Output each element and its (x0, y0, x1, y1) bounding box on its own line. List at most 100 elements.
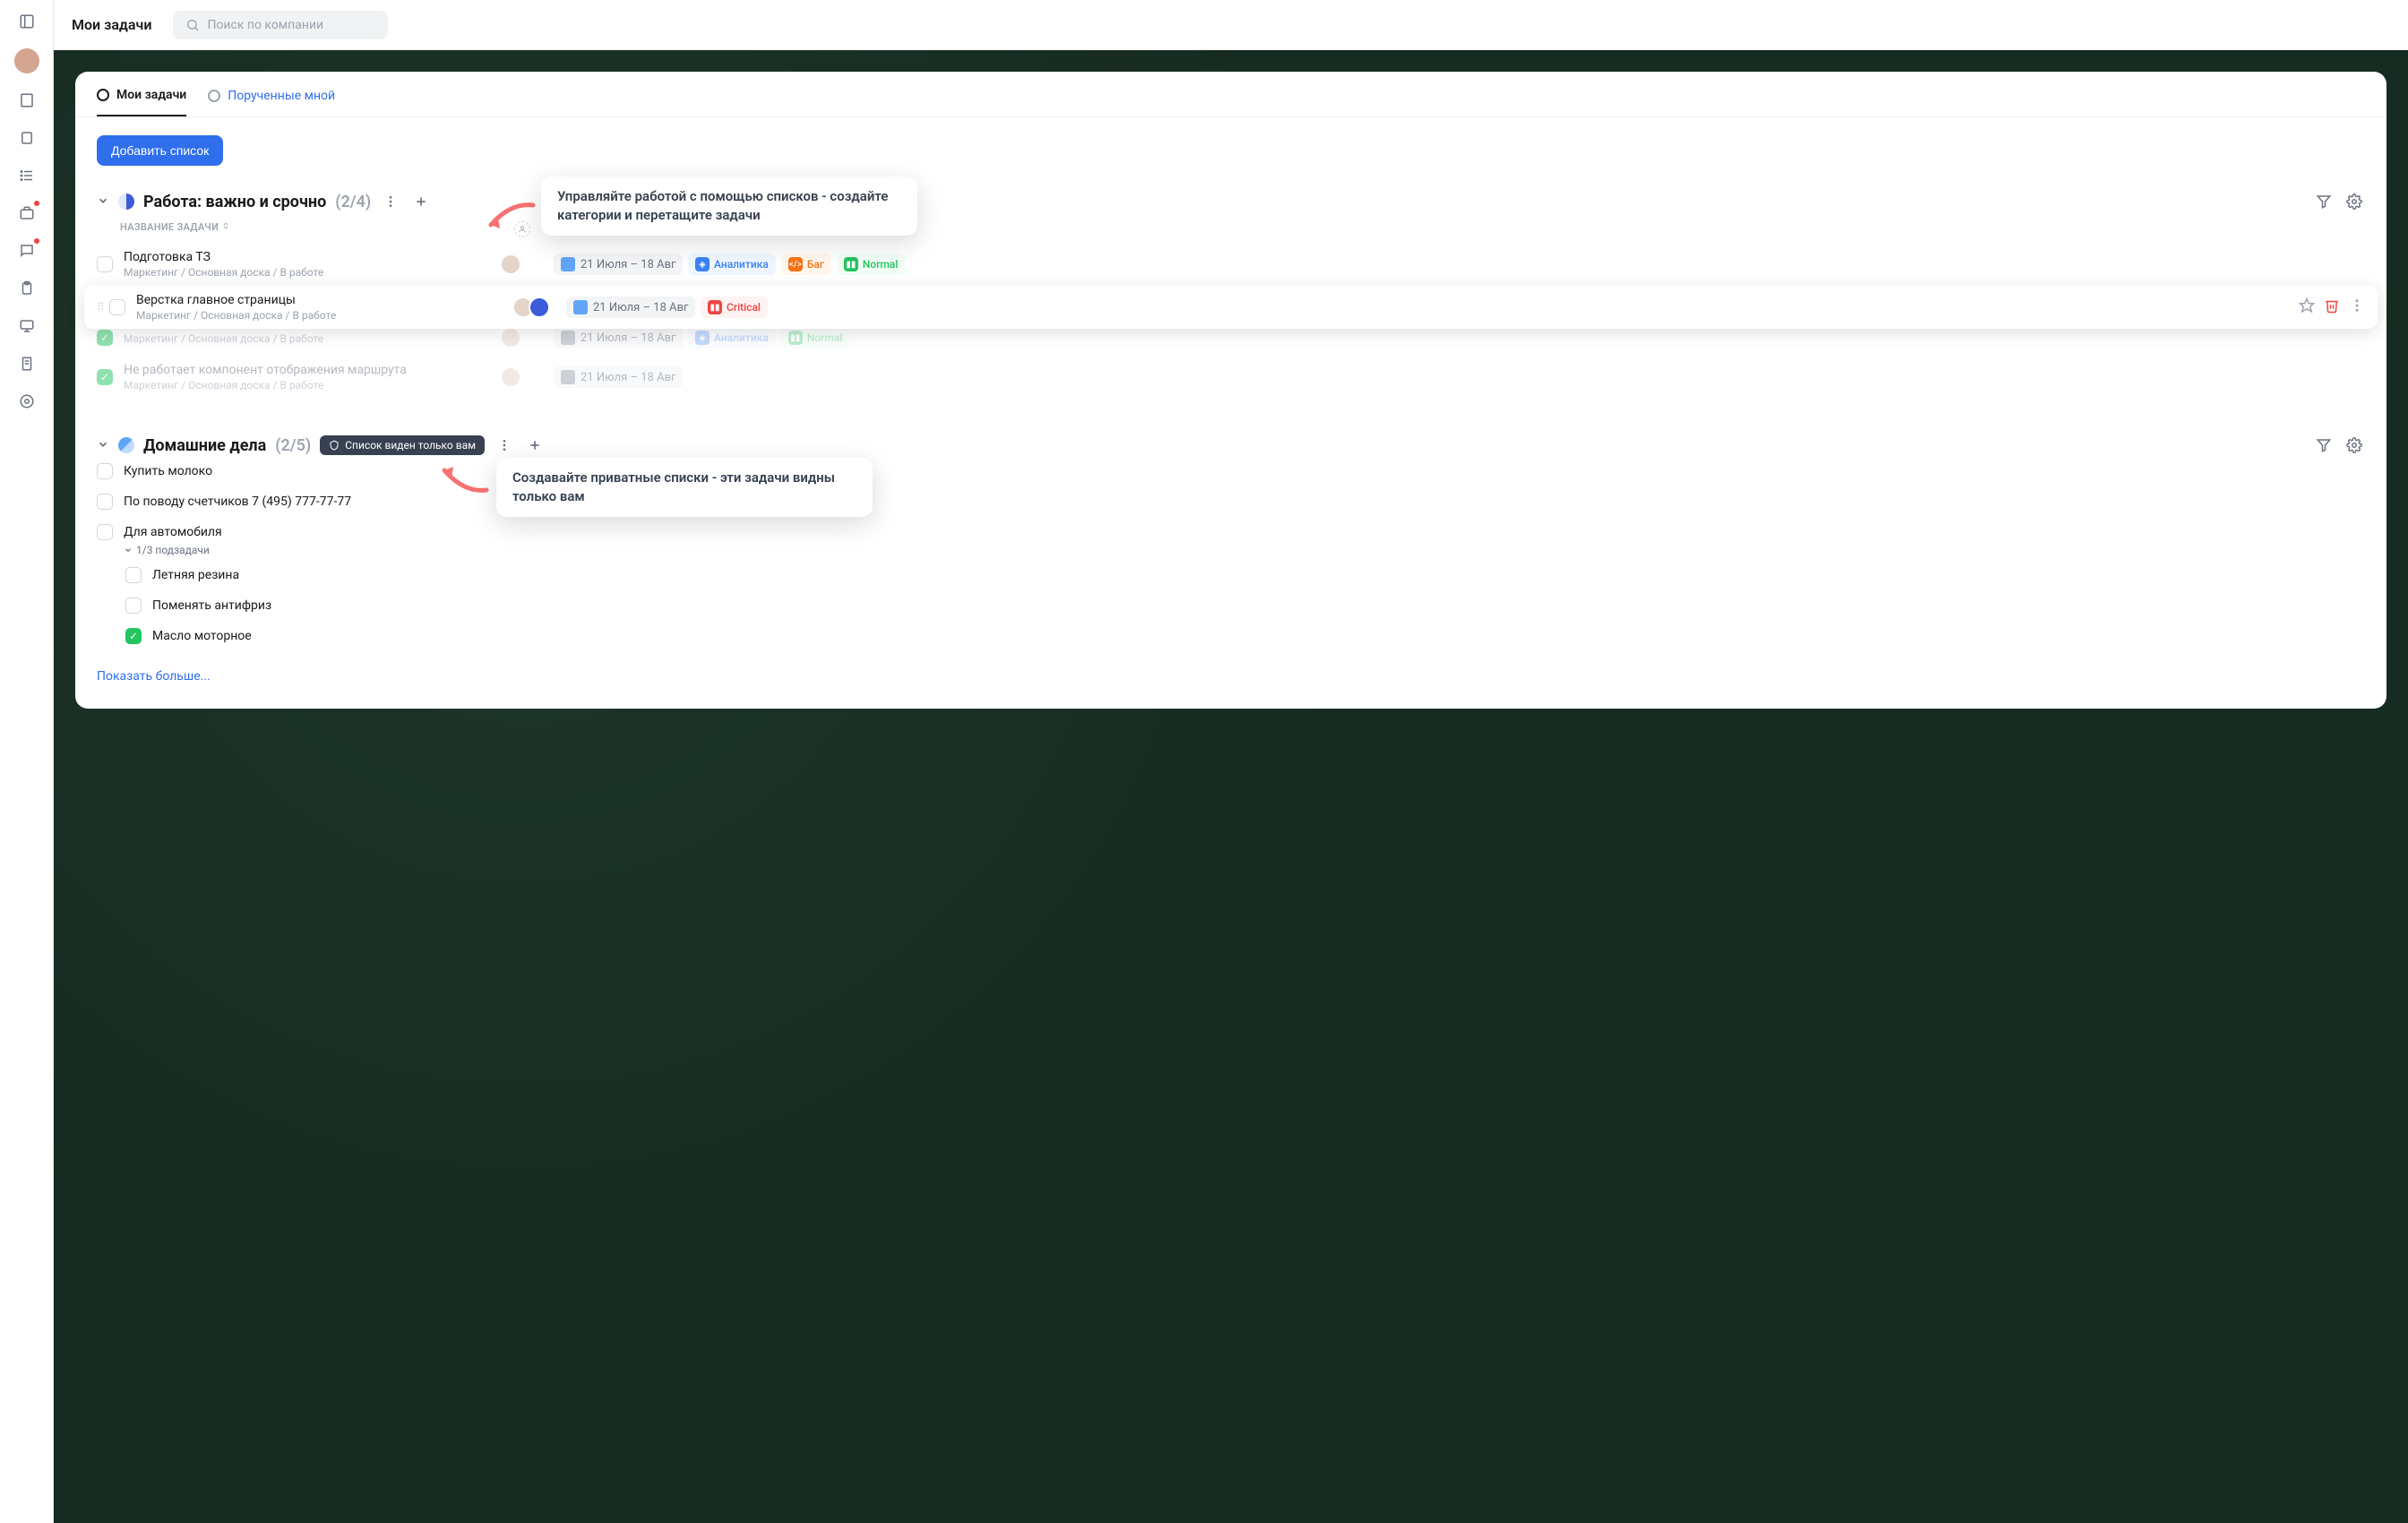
company-icon[interactable] (16, 90, 38, 111)
calendar-icon (573, 300, 588, 314)
sidebar (0, 0, 54, 1523)
clipboard-icon[interactable] (16, 278, 38, 299)
add-task-icon[interactable] (524, 435, 546, 456)
gear-icon[interactable] (2344, 191, 2365, 212)
task-title: По поводу счетчиков 7 (495) 777-77-77 (124, 495, 351, 509)
filter-icon[interactable] (2313, 435, 2335, 456)
show-more-link[interactable]: Показать больше... (97, 669, 2365, 684)
search-icon (185, 18, 200, 32)
filter-icon[interactable] (2313, 191, 2335, 212)
arrow-icon (437, 461, 491, 497)
sort-icon[interactable] (221, 221, 230, 230)
task-checkbox[interactable] (97, 463, 113, 479)
task-row[interactable]: Подготовка ТЗ Маркетинг / Основная доска… (97, 243, 2365, 286)
receipt-icon[interactable] (16, 353, 38, 374)
subtask-row[interactable]: Поменять антифриз (125, 590, 271, 621)
delete-icon[interactable] (2324, 297, 2340, 317)
task-checkbox[interactable]: ✓ (97, 330, 113, 346)
radio-icon (208, 90, 220, 102)
deadline-pill[interactable]: 21 Июля – 18 Авг (554, 327, 683, 348)
task-meta: Маркетинг / Основная доска / В работе (124, 379, 500, 392)
chat-icon[interactable] (16, 240, 38, 262)
subtask-title: Летняя резина (152, 568, 239, 582)
task-row[interactable]: Для автомобиля 1/3 подзадачи Летняя рези… (97, 517, 2365, 658)
task-checkbox[interactable] (97, 524, 113, 540)
chevron-down-icon[interactable] (97, 194, 109, 211)
tabs: Мои задачи Порученные мной (75, 72, 2386, 117)
subtask-toggle[interactable]: 1/3 подзадачи (124, 544, 210, 556)
subtask-row[interactable]: ✓ Масло моторное (125, 621, 271, 651)
briefcase-icon[interactable] (16, 202, 38, 224)
board: Мои задачи Порученные мной Добавить спис… (75, 72, 2386, 709)
search-placeholder: Поиск по компании (207, 18, 323, 32)
more-icon[interactable] (494, 435, 515, 456)
task-checkbox[interactable]: ✓ (97, 369, 113, 385)
sticker-normal[interactable]: ▮▮Normal (837, 254, 906, 275)
add-list-button[interactable]: Добавить список (97, 135, 223, 166)
add-task-icon[interactable] (410, 191, 432, 212)
private-badge: Список виден только вам (320, 435, 485, 455)
deadline-pill[interactable]: 21 Июля – 18 Авг (566, 297, 695, 318)
sticker-critical[interactable]: ▮▮Critical (701, 297, 768, 318)
assignee-avatar[interactable] (500, 327, 521, 348)
list-header-home: Домашние дела (2/5) Список виден только … (97, 435, 2365, 456)
sticker-normal[interactable]: ▮▮Normal (781, 327, 850, 348)
deadline-pill[interactable]: 21 Июля – 18 Авг (554, 254, 683, 275)
sticker-bug[interactable]: </>Баг (781, 254, 831, 275)
list-header-work: Работа: важно и срочно (2/4) (97, 191, 2365, 212)
gear-icon[interactable] (2344, 435, 2365, 456)
calendar-icon (561, 331, 575, 345)
arrow-icon (484, 198, 538, 234)
list-count: (2/4) (335, 193, 371, 211)
task-checkbox[interactable] (97, 256, 113, 272)
assignee-avatar[interactable] (500, 254, 521, 275)
assignee-avatar[interactable] (500, 366, 521, 388)
subtask-title: Масло моторное (152, 629, 252, 643)
sticker-analytics[interactable]: ◈Аналитика (688, 327, 776, 348)
chevron-down-icon[interactable] (97, 437, 109, 454)
columns-header: Название задачи Дедлайн Остальные стикер… (97, 212, 2365, 243)
task-meta: Маркетинг / Основная доска / В работе (124, 266, 500, 279)
task-title: Не работает компонент отображения маршру… (124, 363, 500, 377)
calendar-icon (561, 257, 575, 271)
task-row[interactable]: ✓ Не работает компонент отображения марш… (97, 356, 2365, 399)
list-color-icon (118, 437, 134, 453)
user-avatar-icon[interactable] (14, 48, 39, 73)
list-title: Домашние дела (143, 436, 266, 455)
task-meta: Маркетинг / Основная доска / В работе (124, 332, 500, 345)
tab-assigned[interactable]: Порученные мной (208, 88, 335, 116)
task-checkbox[interactable] (97, 494, 113, 510)
list-title: Работа: важно и срочно (143, 193, 326, 211)
tab-label: Мои задачи (116, 88, 186, 102)
settings-icon[interactable] (16, 391, 38, 412)
task-meta: Маркетинг / Основная доска / В работе (136, 309, 512, 322)
list-icon[interactable] (16, 165, 38, 186)
column-name-label: Название задачи (120, 221, 219, 233)
task-checkbox[interactable] (125, 567, 142, 583)
task-row[interactable]: ⠿ Верстка главное страницы Маркетинг / О… (84, 286, 2378, 329)
tab-my-tasks[interactable]: Мои задачи (97, 88, 186, 116)
task-checkbox[interactable] (109, 299, 125, 315)
deadline-pill[interactable]: 21 Июля – 18 Авг (554, 366, 683, 388)
tooltip-private: Создавайте приватные списки - эти задачи… (496, 458, 873, 517)
more-icon[interactable] (380, 191, 401, 212)
star-icon[interactable] (2299, 297, 2315, 317)
search-input[interactable]: Поиск по компании (173, 11, 388, 39)
tab-label: Порученные мной (228, 89, 335, 103)
topbar: Мои задачи Поиск по компании (54, 0, 2408, 50)
monitor-icon[interactable] (16, 315, 38, 337)
more-icon[interactable] (2349, 297, 2365, 317)
task-title: Купить молоко (124, 464, 212, 478)
subtask-title: Поменять антифриз (152, 598, 271, 613)
assignee-avatar[interactable] (529, 297, 550, 318)
collapse-sidebar-icon[interactable] (16, 11, 38, 32)
drag-handle-icon[interactable]: ⠿ (97, 301, 109, 314)
list-count: (2/5) (275, 436, 311, 455)
task-checkbox[interactable]: ✓ (125, 628, 142, 644)
sticker-analytics[interactable]: ◈Аналитика (688, 254, 776, 275)
page-title: Мои задачи (72, 16, 151, 33)
task-checkbox[interactable] (125, 598, 142, 614)
task-title: Подготовка ТЗ (124, 250, 500, 264)
subtask-row[interactable]: Летняя резина (125, 560, 271, 590)
badge-icon[interactable] (16, 127, 38, 149)
